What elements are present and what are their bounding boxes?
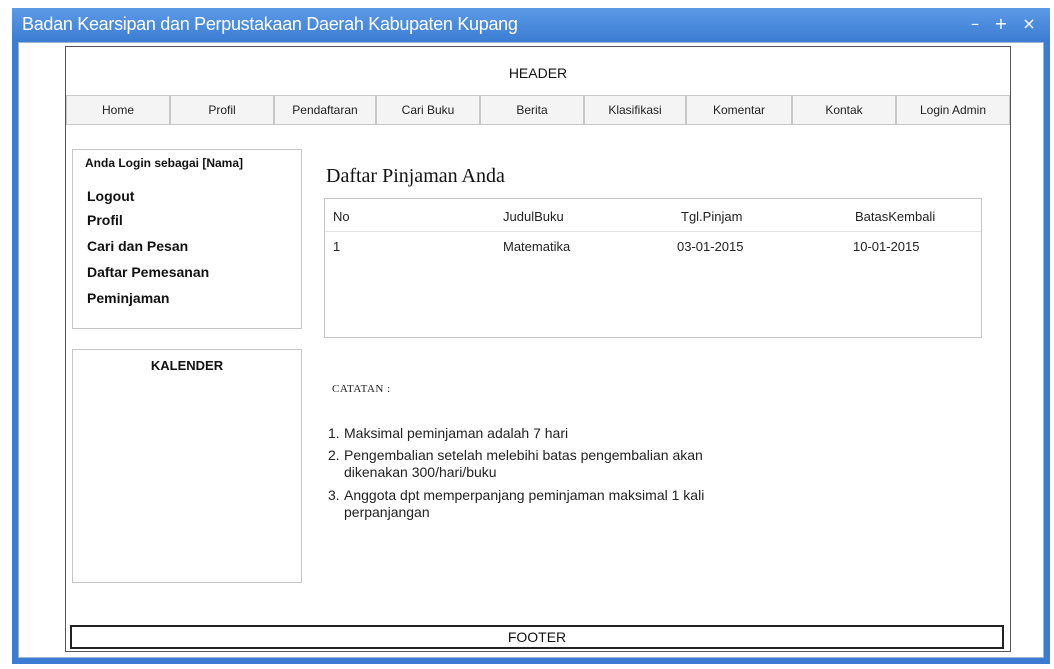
tab-cari-buku[interactable]: Cari Buku: [376, 95, 480, 125]
tab-profil[interactable]: Profil: [170, 95, 274, 125]
menu-peminjaman[interactable]: Peminjaman: [87, 290, 169, 306]
table-header-tgl-pinjam: Tgl.Pinjam: [681, 209, 743, 224]
note-text: Anggota dpt memperpanjang peminjaman mak…: [344, 487, 705, 503]
note-text: Maksimal peminjaman adalah 7 hari: [344, 425, 569, 441]
page-footer: FOOTER: [70, 625, 1004, 649]
tab-pendaftaran[interactable]: Pendaftaran: [274, 95, 376, 125]
table-header-no: No: [333, 209, 350, 224]
menu-profil[interactable]: Profil: [87, 212, 123, 228]
tab-komentar[interactable]: Komentar: [686, 95, 792, 125]
calendar-title: KALENDER: [150, 358, 224, 373]
table-cell-judul-buku: Matematika: [503, 239, 571, 254]
maximize-button[interactable]: +: [990, 14, 1012, 34]
note-text: Pengembalian setelah melebihi batas peng…: [344, 447, 703, 463]
tab-login-admin[interactable]: Login Admin: [896, 95, 1010, 125]
menu-daftar-pemesanan[interactable]: Daftar Pemesanan: [87, 264, 209, 280]
window-title: Badan Kearsipan dan Perpustakaan Daerah …: [22, 14, 518, 34]
calendar-panel: KALENDER: [72, 349, 302, 583]
app-window: Badan Kearsipan dan Perpustakaan Daerah …: [12, 8, 1050, 664]
note-number: 2.: [328, 447, 340, 463]
tab-home[interactable]: Home: [66, 95, 170, 125]
close-button[interactable]: ×: [1018, 14, 1040, 34]
client-area: HEADER Home Profil Pendaftaran Cari Buku…: [18, 42, 1044, 658]
tab-kontak[interactable]: Kontak: [792, 95, 896, 125]
note-item: 2. Pengembalian setelah melebihi batas pe…: [328, 447, 703, 481]
note-item: 1. Maksimal peminjaman adalah 7 hari: [328, 425, 568, 442]
table-cell-no: 1: [333, 239, 341, 254]
page-header: HEADER: [508, 65, 568, 81]
note-item: 3. Anggota dpt memperpanjang peminjaman m…: [328, 487, 704, 521]
table-header-judul-buku: JudulBuku: [503, 209, 564, 224]
tab-klasifikasi[interactable]: Klasifikasi: [584, 95, 686, 125]
note-text-continued: perpanjangan: [344, 504, 430, 520]
table-header-batas-kembali: BatasKembali: [855, 209, 936, 224]
table-cell-batas-kembali: 10-01-2015: [853, 239, 920, 254]
tab-berita[interactable]: Berita: [480, 95, 584, 125]
note-number: 1.: [328, 425, 340, 441]
login-status: Anda Login sebagai [Nama]: [85, 156, 244, 170]
page-frame: HEADER Home Profil Pendaftaran Cari Buku…: [65, 46, 1011, 652]
menu-cari-dan-pesan[interactable]: Cari dan Pesan: [87, 238, 188, 254]
notes-label: CATATAN :: [332, 383, 391, 395]
table-cell-tgl-pinjam: 03-01-2015: [677, 239, 744, 254]
note-number: 3.: [328, 487, 340, 503]
title-bar[interactable]: Badan Kearsipan dan Perpustakaan Daerah …: [12, 8, 1050, 42]
page-title: Daftar Pinjaman Anda: [326, 165, 505, 187]
note-text-continued: dikenakan 300/hari/buku: [344, 464, 497, 480]
nav-bar: Home Profil Pendaftaran Cari Buku Berita…: [66, 95, 1010, 125]
menu-logout[interactable]: Logout: [87, 188, 134, 204]
loan-table: No JudulBuku Tgl.Pinjam BatasKembali 1 M…: [324, 198, 982, 338]
minimize-button[interactable]: –: [964, 14, 986, 34]
table-divider: [325, 231, 981, 232]
login-panel: Anda Login sebagai [Nama] Logout Profil …: [72, 149, 302, 329]
